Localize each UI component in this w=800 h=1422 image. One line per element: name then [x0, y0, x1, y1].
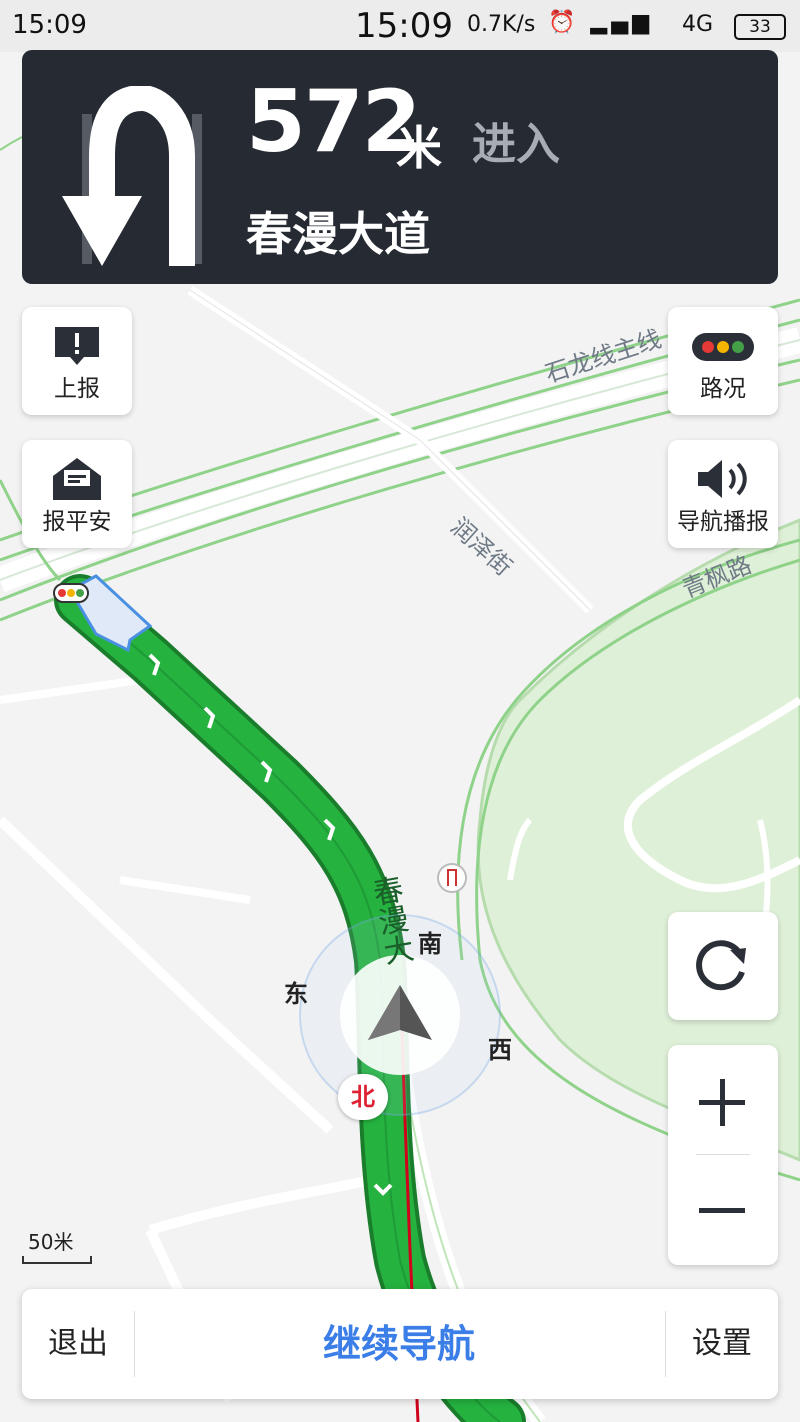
signal-icon: ▂▄▆ [590, 10, 654, 35]
refresh-button[interactable] [668, 912, 778, 1020]
report-safe-button[interactable]: 报平安 [22, 440, 132, 548]
battery-indicator: 33 [734, 14, 786, 40]
zoom-in-button[interactable] [668, 1045, 778, 1153]
compass-south: 南 [418, 930, 442, 958]
report-safe-label: 报平安 [42, 509, 112, 535]
zoom-control [668, 1045, 778, 1265]
plus-icon [699, 1079, 745, 1126]
envelope-icon [53, 458, 101, 500]
report-label: 上报 [54, 376, 100, 402]
traffic-label: 路况 [700, 376, 746, 402]
scale-bar [22, 1256, 92, 1264]
status-icons: ⏰ ▂▄▆ [548, 10, 653, 35]
u-turn-left-icon [62, 86, 202, 266]
speaker-icon [698, 460, 747, 498]
compass-north-badge[interactable]: 北 [338, 1074, 388, 1120]
network-type: 4G [682, 12, 714, 37]
status-bar: 15:09 15:09 0.7K/s ⏰ ▂▄▆ 4G 33 [0, 0, 800, 52]
minus-icon [699, 1208, 745, 1213]
scale-label: 50米 [28, 1230, 74, 1254]
turn-action: 进入 [472, 119, 560, 170]
voice-broadcast-label: 导航播报 [677, 509, 769, 535]
status-time-center: 15:09 [355, 6, 453, 46]
traffic-button[interactable]: 路况 [668, 307, 778, 415]
alarm-icon: ⏰ [548, 10, 580, 35]
traffic-light-icon [692, 333, 754, 361]
compass-west: 西 [488, 1036, 512, 1064]
distance-unit: 米 [396, 121, 442, 175]
status-time-left: 15:09 [12, 10, 87, 40]
voice-broadcast-button[interactable]: 导航播报 [668, 440, 778, 548]
continue-navigation-button[interactable]: 继续导航 [134, 1289, 664, 1399]
report-button[interactable]: 上报 [22, 307, 132, 415]
compass-east: 东 [284, 980, 308, 1008]
refresh-icon [696, 940, 746, 991]
net-speed: 0.7K/s [467, 12, 536, 37]
settings-button[interactable]: 设置 [666, 1289, 778, 1399]
next-road-name: 春漫大道 [246, 207, 430, 261]
exit-button[interactable]: 退出 [22, 1289, 134, 1399]
report-icon [55, 327, 99, 365]
turn-distance: 572 [246, 72, 422, 172]
zoom-out-button[interactable] [668, 1155, 778, 1263]
guidance-panel: 572 米 进入 春漫大道 [22, 50, 778, 284]
bottom-action-bar: 退出 继续导航 设置 [22, 1289, 778, 1399]
